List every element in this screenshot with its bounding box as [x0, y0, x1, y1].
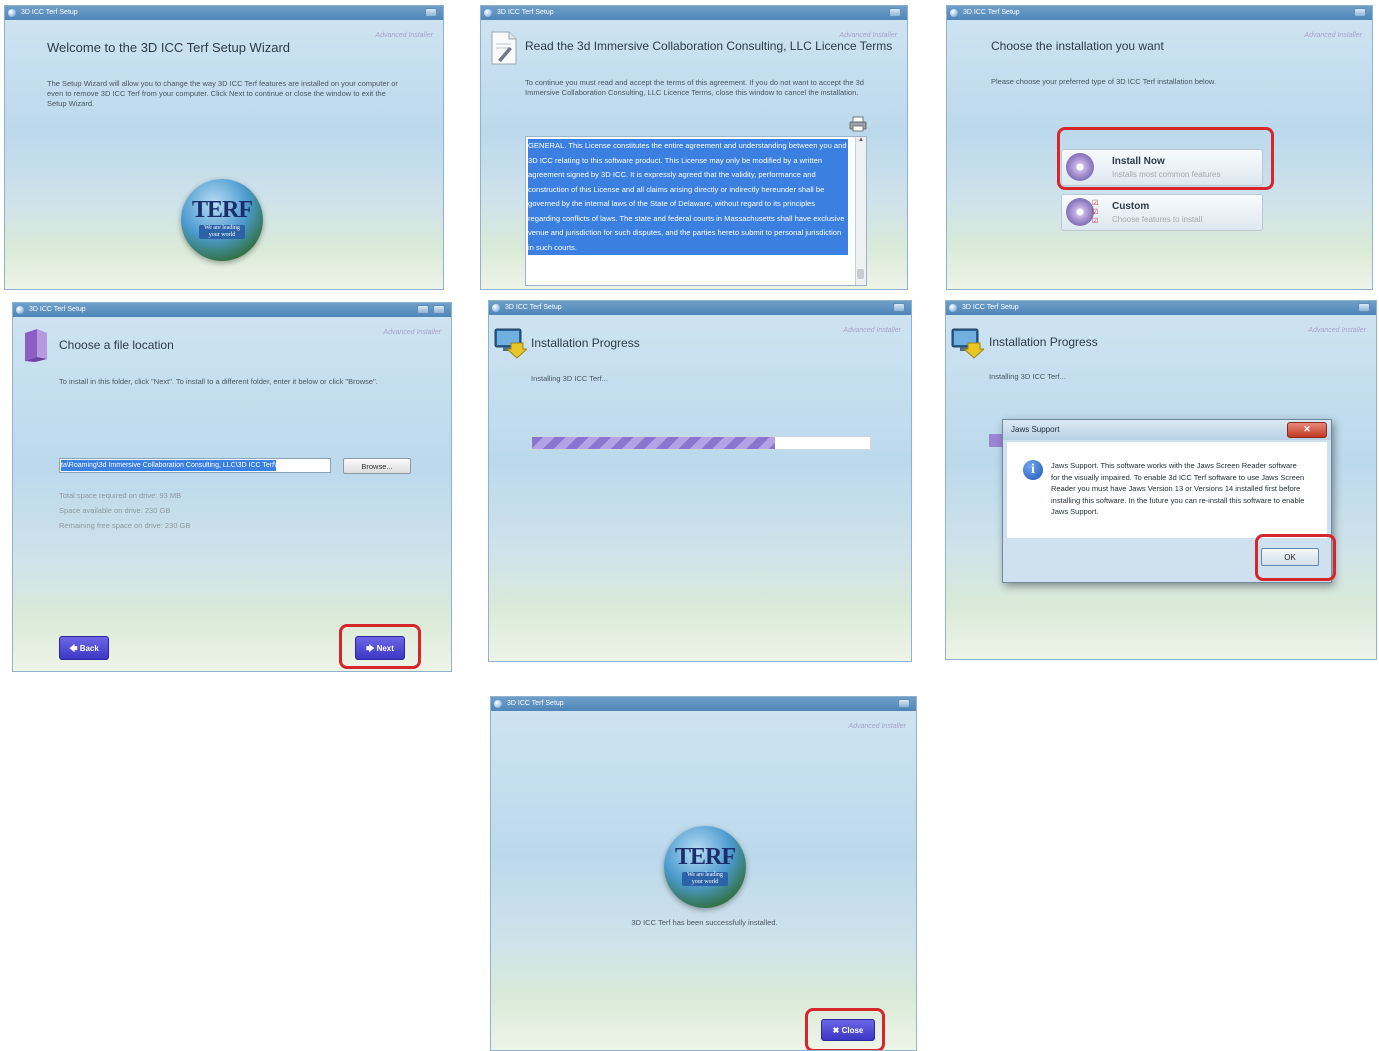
minimize-button[interactable] [425, 8, 437, 17]
page-title: Installation Progress [989, 335, 1098, 349]
minimize-button[interactable] [898, 699, 910, 708]
license-window: 3D ICC Terf Setup Advanced Installer Rea… [480, 5, 908, 290]
installer-watermark: Advanced Installer [383, 329, 441, 336]
vertical-scrollbar[interactable]: ▲ [855, 137, 866, 285]
welcome-window: 3D ICC Terf Setup Advanced Installer Wel… [4, 5, 444, 290]
page-title: Choose a file location [59, 338, 174, 352]
page-title: Installation Progress [531, 336, 640, 350]
title-bar: 3D ICC Terf Setup [481, 6, 907, 20]
checklist-icon: ☑ ☑ ☑ [1092, 200, 1099, 225]
space-remaining: Remaining free space on drive: 230 GB [59, 521, 191, 530]
minimize-button[interactable] [1358, 303, 1370, 312]
monitor-download-icon [494, 328, 527, 359]
space-required: Total space required on drive: 93 MB [59, 491, 182, 500]
app-icon [8, 9, 16, 17]
window-title: 3D ICC Terf Setup [505, 304, 562, 311]
license-text: GENERAL. This License constitutes the en… [528, 139, 848, 255]
document-icon [491, 31, 517, 65]
option-description: Choose features to install [1112, 215, 1203, 224]
title-bar: 3D ICC Terf Setup [5, 6, 443, 20]
back-arrow-icon: 🡄 [69, 644, 78, 653]
page-title: Welcome to the 3D ICC Terf Setup Wizard [47, 40, 291, 55]
license-text-area[interactable]: GENERAL. This License constitutes the en… [525, 136, 867, 286]
installer-watermark: Advanced Installer [1308, 327, 1366, 334]
install-now-highlight [1057, 127, 1274, 190]
app-icon [492, 304, 500, 312]
installer-watermark: Advanced Installer [1304, 32, 1362, 39]
installer-watermark: Advanced Installer [843, 327, 901, 334]
window-title: 3D ICC Terf Setup [962, 304, 1019, 311]
close-x-icon: ✕ [1303, 424, 1311, 434]
title-bar: 3D ICC Terf Setup [491, 697, 916, 711]
window-title: 3D ICC Terf Setup [21, 9, 78, 16]
space-available: Space available on drive: 230 GB [59, 506, 171, 515]
minimize-button[interactable] [893, 303, 905, 312]
info-icon: i [1023, 460, 1043, 480]
minimize-button[interactable] [889, 8, 901, 17]
minimize-button[interactable] [417, 305, 429, 314]
next-highlight [339, 624, 421, 669]
install-path-value: ta\Roaming\3d Immersive Collaboration Co… [61, 460, 277, 471]
instructions-text: Please choose your preferred type of 3D … [991, 77, 1216, 86]
install-path-field[interactable]: ta\Roaming\3d Immersive Collaboration Co… [59, 458, 331, 473]
instructions-text: To continue you must read and accept the… [525, 78, 864, 97]
page-title: Read the 3d Immersive Collaboration Cons… [525, 39, 893, 53]
installer-watermark: Advanced Installer [375, 32, 433, 39]
instructions-text: To install in this folder, click "Next".… [59, 377, 378, 386]
title-bar: 3D ICC Terf Setup [13, 303, 451, 317]
option-title: Custom [1112, 201, 1150, 212]
app-icon [950, 9, 958, 17]
install-status: Installing 3D ICC Terf... [531, 374, 608, 383]
window-title: 3D ICC Terf Setup [29, 306, 86, 313]
logo-tagline: We are leading your world [199, 225, 245, 239]
back-button[interactable]: 🡄 Back [59, 636, 109, 660]
title-bar: 3D ICC Terf Setup [947, 6, 1372, 20]
window-title: 3D ICC Terf Setup [497, 9, 554, 16]
ok-highlight [1255, 534, 1336, 581]
window-title: 3D ICC Terf Setup [507, 700, 564, 707]
install-status: Installing 3D ICC Terf... [989, 372, 1066, 381]
installer-watermark: Advanced Installer [839, 32, 897, 39]
intro-text: The Setup Wizard will allow you to chang… [47, 79, 398, 108]
page-title: Choose the installation you want [991, 39, 1164, 53]
dialog-title: Jaws Support [1011, 425, 1060, 434]
logo-word: TERF [674, 844, 736, 870]
close-button[interactable] [433, 305, 445, 314]
terf-logo: TERF We are leading your world [664, 826, 746, 908]
app-icon [949, 304, 957, 312]
logo-word: TERF [191, 197, 253, 223]
minimize-button[interactable] [1354, 8, 1366, 17]
terf-logo: TERF We are leading your world [181, 179, 263, 261]
custom-option[interactable]: ☑ ☑ ☑ Custom Choose features to install [1061, 194, 1263, 231]
dialog-close-button[interactable]: ✕ [1287, 422, 1327, 438]
app-icon [16, 306, 24, 314]
monitor-download-icon [951, 328, 984, 359]
app-icon [494, 700, 502, 708]
browse-button[interactable]: Browse... [343, 458, 411, 474]
close-highlight [805, 1008, 885, 1050]
success-message: 3D ICC Terf has been successfully instal… [631, 918, 778, 927]
folder-icon [25, 329, 47, 362]
logo-tagline: We are leading your world [682, 872, 728, 886]
print-icon[interactable] [849, 116, 867, 132]
complete-window: 3D ICC Terf Setup Advanced Installer TER… [490, 696, 917, 1051]
scroll-thumb[interactable] [857, 269, 864, 279]
progress-fill [532, 437, 776, 449]
title-bar: 3D ICC Terf Setup [489, 301, 911, 315]
dialog-title-bar: Jaws Support [1003, 420, 1331, 440]
progress-dialog-window: 3D ICC Terf Setup Advanced Installer Ins… [945, 300, 1377, 660]
file-location-window: 3D ICC Terf Setup Advanced Installer Cho… [12, 302, 452, 672]
scroll-up-arrow-icon[interactable]: ▲ [856, 137, 866, 143]
dialog-body: i Jaws Support. This software works with… [1007, 442, 1327, 538]
progress-bar [531, 436, 871, 450]
cd-icon [1066, 198, 1094, 226]
back-label: Back [79, 644, 99, 653]
installer-watermark: Advanced Installer [848, 723, 906, 730]
dialog-message: Jaws Support. This software works with t… [1051, 461, 1305, 516]
window-title: 3D ICC Terf Setup [963, 9, 1020, 16]
progress-window: 3D ICC Terf Setup Advanced Installer Ins… [488, 300, 912, 662]
install-type-window: 3D ICC Terf Setup Advanced Installer Cho… [946, 5, 1373, 290]
app-icon [484, 9, 492, 17]
title-bar: 3D ICC Terf Setup [946, 301, 1376, 315]
